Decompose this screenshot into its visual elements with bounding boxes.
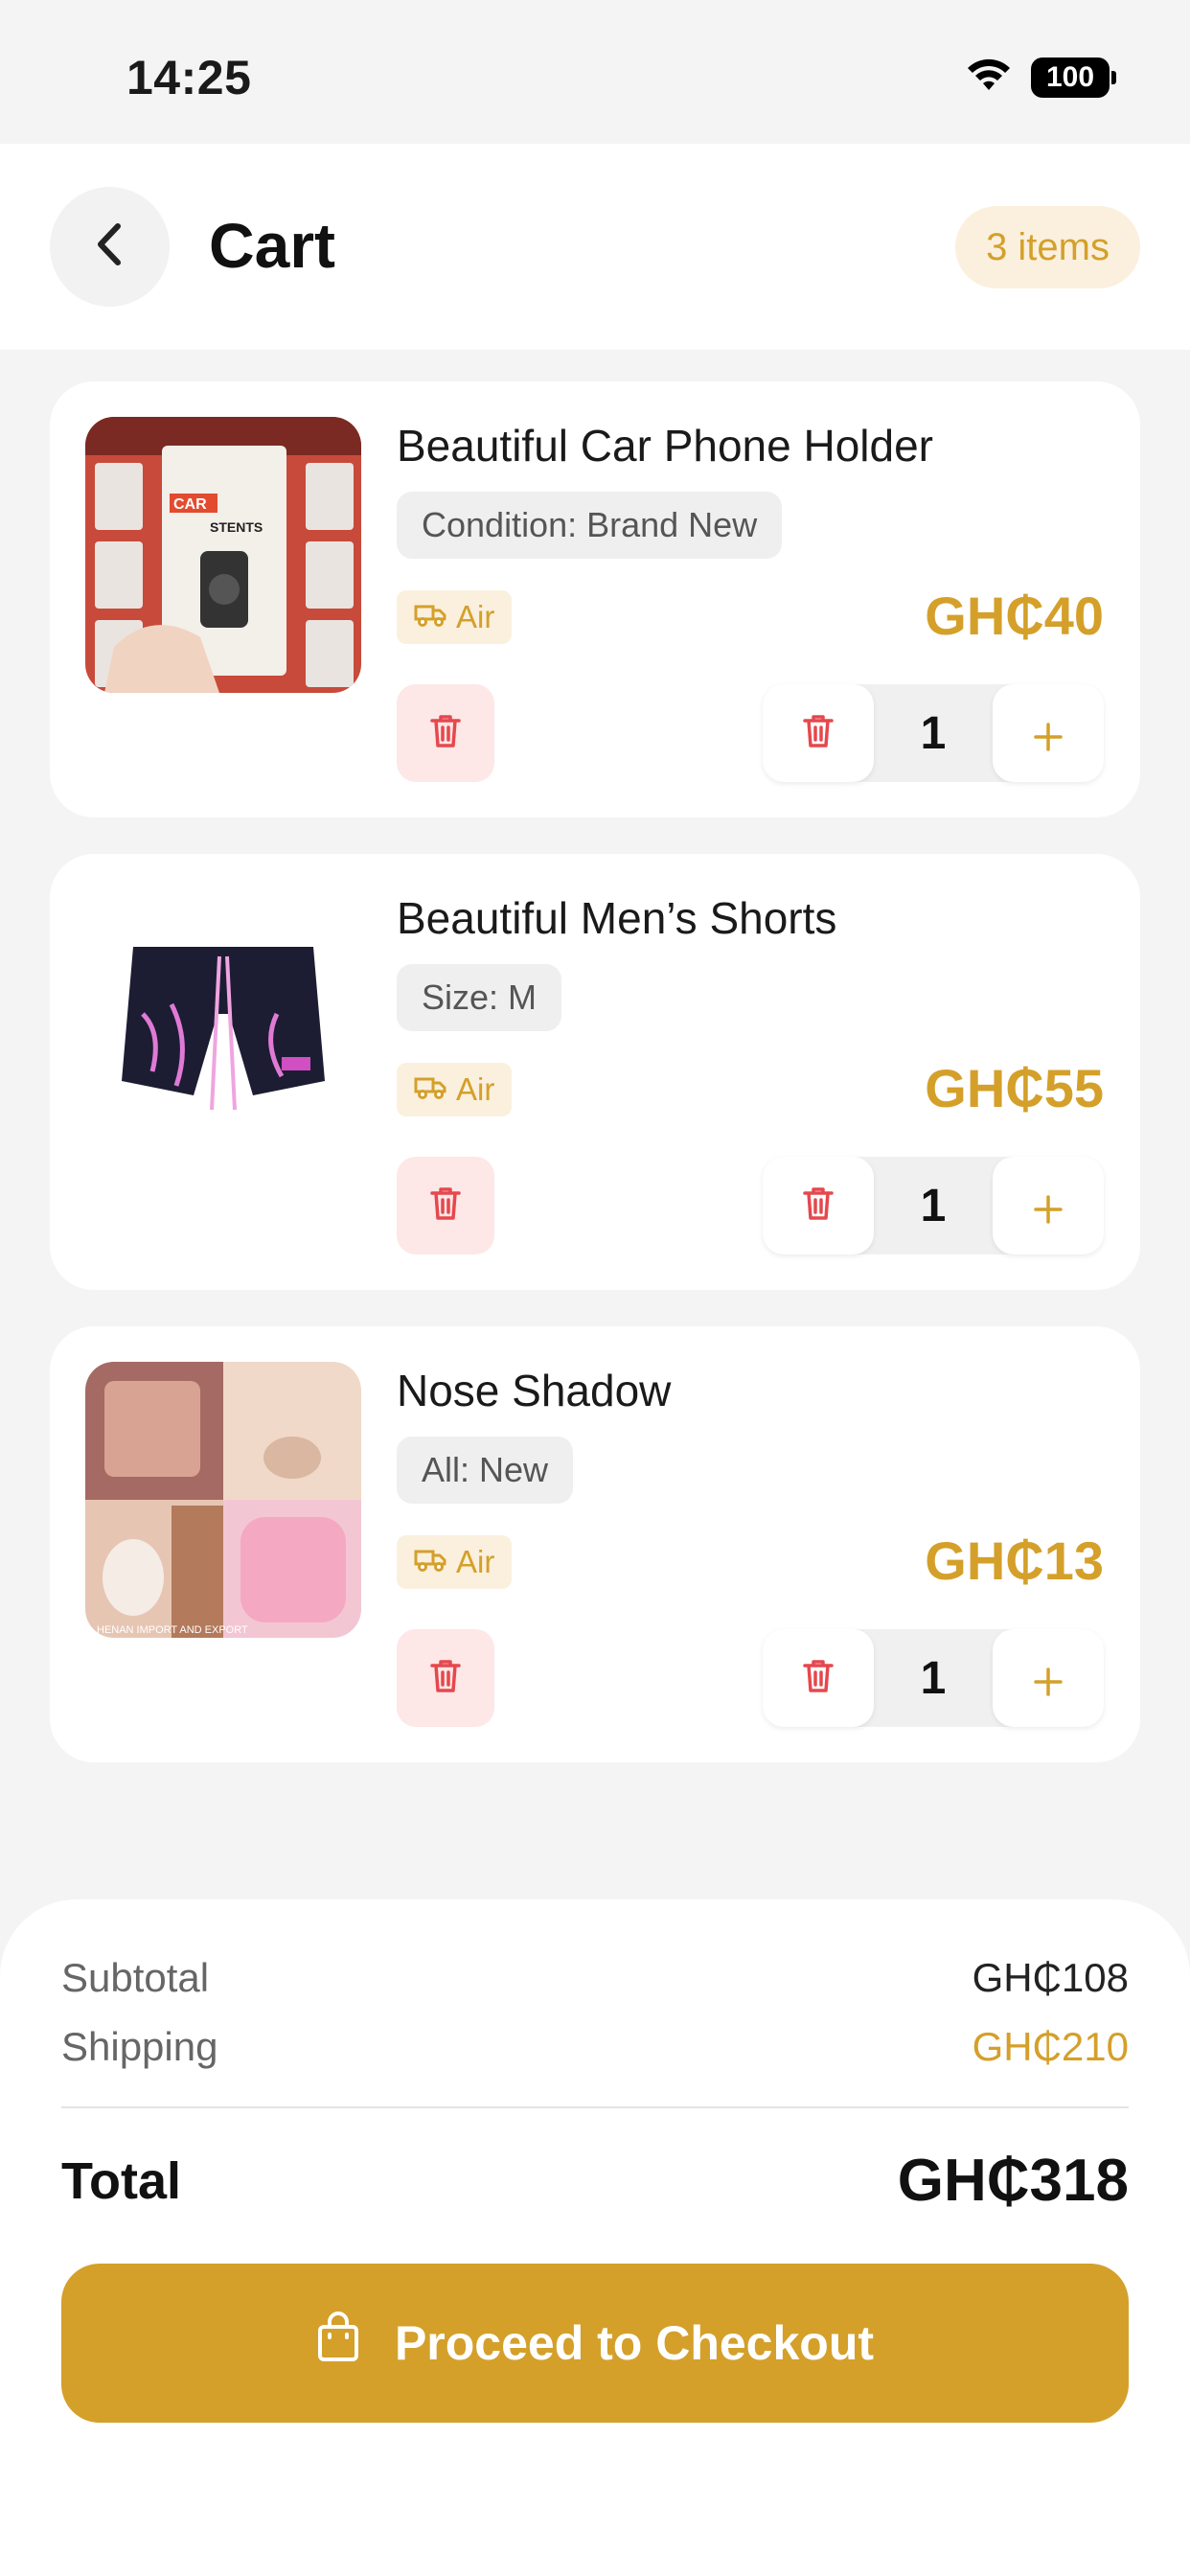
summary-divider: [61, 2106, 1129, 2108]
shipping-row: Shipping GH₵210: [61, 2024, 1129, 2070]
image-sub-text: STENTS: [210, 519, 263, 535]
cart-item-card: HENAN IMPORT AND EXPORT Nose Shadow All:…: [50, 1326, 1140, 1762]
product-image: [85, 889, 361, 1165]
product-size-tag: Size: M: [397, 964, 562, 1031]
page-title: Cart: [209, 210, 336, 281]
decrease-quantity-button[interactable]: [763, 1629, 874, 1727]
increase-quantity-button[interactable]: [993, 684, 1104, 782]
truck-icon: [414, 1071, 446, 1108]
status-time: 14:25: [126, 51, 252, 104]
cart-item-card: CAR STENTS Beautiful Car Phone Holder Co…: [50, 381, 1140, 817]
plus-icon: [1033, 1175, 1064, 1237]
shipping-method-label: Air: [456, 1544, 495, 1579]
trash-icon: [802, 1185, 835, 1227]
product-condition-tag: All: New: [397, 1437, 574, 1504]
product-image: CAR STENTS: [85, 417, 361, 693]
shopping-bag-icon: [316, 2312, 360, 2375]
items-count-badge: 3 items: [955, 206, 1140, 288]
checkout-button[interactable]: Proceed to Checkout: [61, 2264, 1129, 2423]
checkout-button-label: Proceed to Checkout: [394, 2316, 875, 2370]
plus-icon: [1033, 702, 1064, 765]
decrease-quantity-button[interactable]: [763, 684, 874, 782]
trash-icon: [429, 713, 462, 754]
trash-icon: [429, 1658, 462, 1699]
product-price: GH₵40: [925, 586, 1104, 646]
plus-icon: [1033, 1647, 1064, 1710]
product-name: Beautiful Men’s Shorts: [397, 893, 837, 943]
quantity-value: 1: [920, 1652, 947, 1704]
shipping-method-tag: Air: [397, 1063, 513, 1116]
total-value: GH₵318: [897, 2148, 1129, 2214]
wifi-icon: [964, 56, 1014, 99]
shipping-method-label: Air: [456, 1071, 495, 1107]
truck-icon: [414, 1544, 446, 1580]
product-price: GH₵55: [925, 1058, 1104, 1118]
product-image: HENAN IMPORT AND EXPORT: [85, 1362, 361, 1638]
trash-icon: [802, 713, 835, 754]
remove-item-button[interactable]: [397, 684, 494, 782]
shipping-method-tag: Air: [397, 590, 513, 644]
increase-quantity-button[interactable]: [993, 1157, 1104, 1254]
chevron-left-icon: [91, 220, 129, 273]
battery-icon: 100: [1031, 57, 1116, 98]
shipping-value: GH₵210: [972, 2024, 1129, 2069]
subtotal-label: Subtotal: [61, 1955, 210, 2000]
product-condition-tag: Condition: Brand New: [397, 492, 783, 559]
image-watermark-text: HENAN IMPORT AND EXPORT: [97, 1624, 248, 1636]
status-bar: 14:25 100: [0, 0, 1190, 144]
product-name: Beautiful Car Phone Holder: [397, 421, 933, 471]
increase-quantity-button[interactable]: [993, 1629, 1104, 1727]
order-summary: Subtotal GH₵108 Shipping GH₵210 Total GH…: [0, 1899, 1190, 2576]
product-price: GH₵13: [925, 1530, 1104, 1591]
quantity-stepper: 1: [763, 1157, 1104, 1254]
decrease-quantity-button[interactable]: [763, 1157, 874, 1254]
status-icons: 100: [964, 56, 1116, 99]
quantity-value: 1: [920, 707, 947, 759]
quantity-stepper: 1: [763, 684, 1104, 782]
total-row: Total GH₵318: [61, 2147, 1129, 2215]
remove-item-button[interactable]: [397, 1157, 494, 1254]
trash-icon: [429, 1185, 462, 1227]
total-label: Total: [61, 2151, 181, 2210]
header: Cart 3 items: [0, 144, 1190, 350]
image-brand-text: CAR: [173, 496, 207, 513]
trash-icon: [802, 1658, 835, 1699]
subtotal-row: Subtotal GH₵108: [61, 1955, 1129, 2001]
remove-item-button[interactable]: [397, 1629, 494, 1727]
shipping-method-tag: Air: [397, 1535, 513, 1589]
back-button[interactable]: [50, 187, 170, 307]
shipping-label: Shipping: [61, 2024, 218, 2069]
shipping-method-label: Air: [456, 599, 495, 634]
subtotal-value: GH₵108: [972, 1955, 1129, 2000]
truck-icon: [414, 599, 446, 635]
cart-item-card: Beautiful Men’s Shorts Size: M Air GH₵55…: [50, 854, 1140, 1290]
quantity-value: 1: [920, 1180, 947, 1231]
quantity-stepper: 1: [763, 1629, 1104, 1727]
product-name: Nose Shadow: [397, 1366, 672, 1415]
